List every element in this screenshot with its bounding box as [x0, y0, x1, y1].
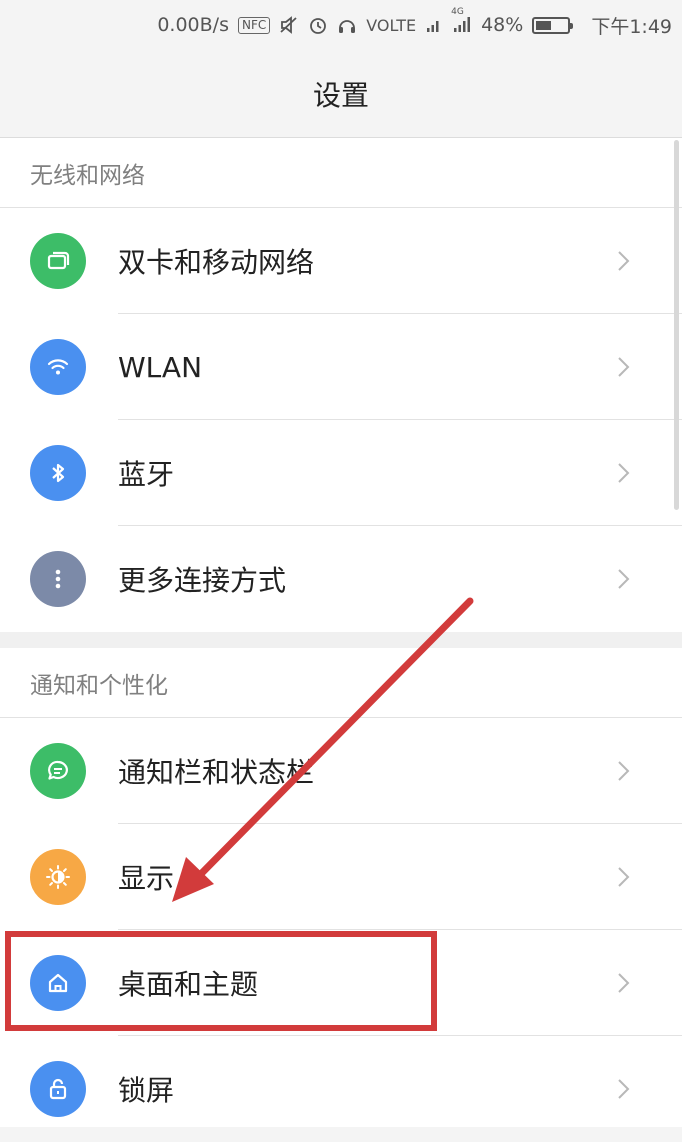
bluetooth-icon	[30, 445, 86, 501]
chevron-right-icon	[618, 251, 630, 271]
volte-indicator: VOLTE	[366, 15, 417, 35]
item-label: 显示	[118, 862, 175, 895]
battery-fill	[536, 20, 551, 30]
status-bar: 0.00B/s NFC VOLTE 4G 48% 下午1:49	[0, 0, 682, 50]
section-title: 通知和个性化	[30, 672, 168, 699]
brightness-icon	[30, 849, 86, 905]
chevron-right-icon	[618, 463, 630, 483]
chevron-right-icon	[618, 867, 630, 887]
settings-item-home-theme[interactable]: 桌面和主题	[0, 930, 682, 1036]
signal-4g-icon: 4G	[451, 7, 472, 34]
section-title: 无线和网络	[30, 162, 145, 189]
home-icon	[30, 955, 86, 1011]
item-label: 蓝牙	[118, 458, 175, 491]
item-label: 通知栏和状态栏	[118, 756, 315, 789]
clock: 下午1:49	[591, 15, 672, 38]
item-label: 双卡和移动网络	[118, 246, 315, 279]
sim-card-icon	[30, 233, 86, 289]
settings-item-display[interactable]: 显示	[0, 824, 682, 930]
item-label: 桌面和主题	[118, 968, 259, 1001]
settings-item-wlan[interactable]: WLAN	[0, 314, 682, 420]
network-type: 4G	[451, 7, 464, 17]
wifi-icon	[30, 339, 86, 395]
network-speed: 0.00B/s	[157, 14, 229, 36]
headset-icon	[337, 15, 357, 35]
page-header: 设置	[0, 50, 682, 138]
settings-item-more-connections[interactable]: 更多连接方式	[0, 526, 682, 632]
chevron-right-icon	[618, 357, 630, 377]
scrollbar[interactable]	[674, 140, 679, 510]
chevron-right-icon	[618, 761, 630, 781]
lock-icon	[30, 1061, 86, 1117]
nfc-icon: NFC	[237, 16, 271, 34]
item-label: WLAN	[118, 350, 203, 384]
message-icon	[30, 743, 86, 799]
settings-item-lock-screen[interactable]: 锁屏	[0, 1036, 682, 1127]
alarm-icon	[308, 15, 328, 35]
mute-icon	[279, 15, 299, 35]
signal-icon	[425, 16, 443, 34]
settings-item-bluetooth[interactable]: 蓝牙	[0, 420, 682, 526]
chevron-right-icon	[618, 569, 630, 589]
section-header-wireless: 无线和网络	[0, 138, 682, 208]
item-label: 锁屏	[118, 1074, 175, 1107]
settings-item-dual-sim[interactable]: 双卡和移动网络	[0, 208, 682, 314]
section-separator	[0, 632, 682, 648]
battery-icon	[532, 16, 574, 34]
more-dots-icon	[30, 551, 86, 607]
item-label: 更多连接方式	[118, 564, 287, 597]
page-title: 设置	[312, 78, 369, 112]
chevron-right-icon	[618, 1079, 630, 1099]
settings-item-notification-bar[interactable]: 通知栏和状态栏	[0, 718, 682, 824]
section-header-notifications: 通知和个性化	[0, 648, 682, 718]
chevron-right-icon	[618, 973, 630, 993]
battery-percent: 48%	[481, 14, 524, 36]
